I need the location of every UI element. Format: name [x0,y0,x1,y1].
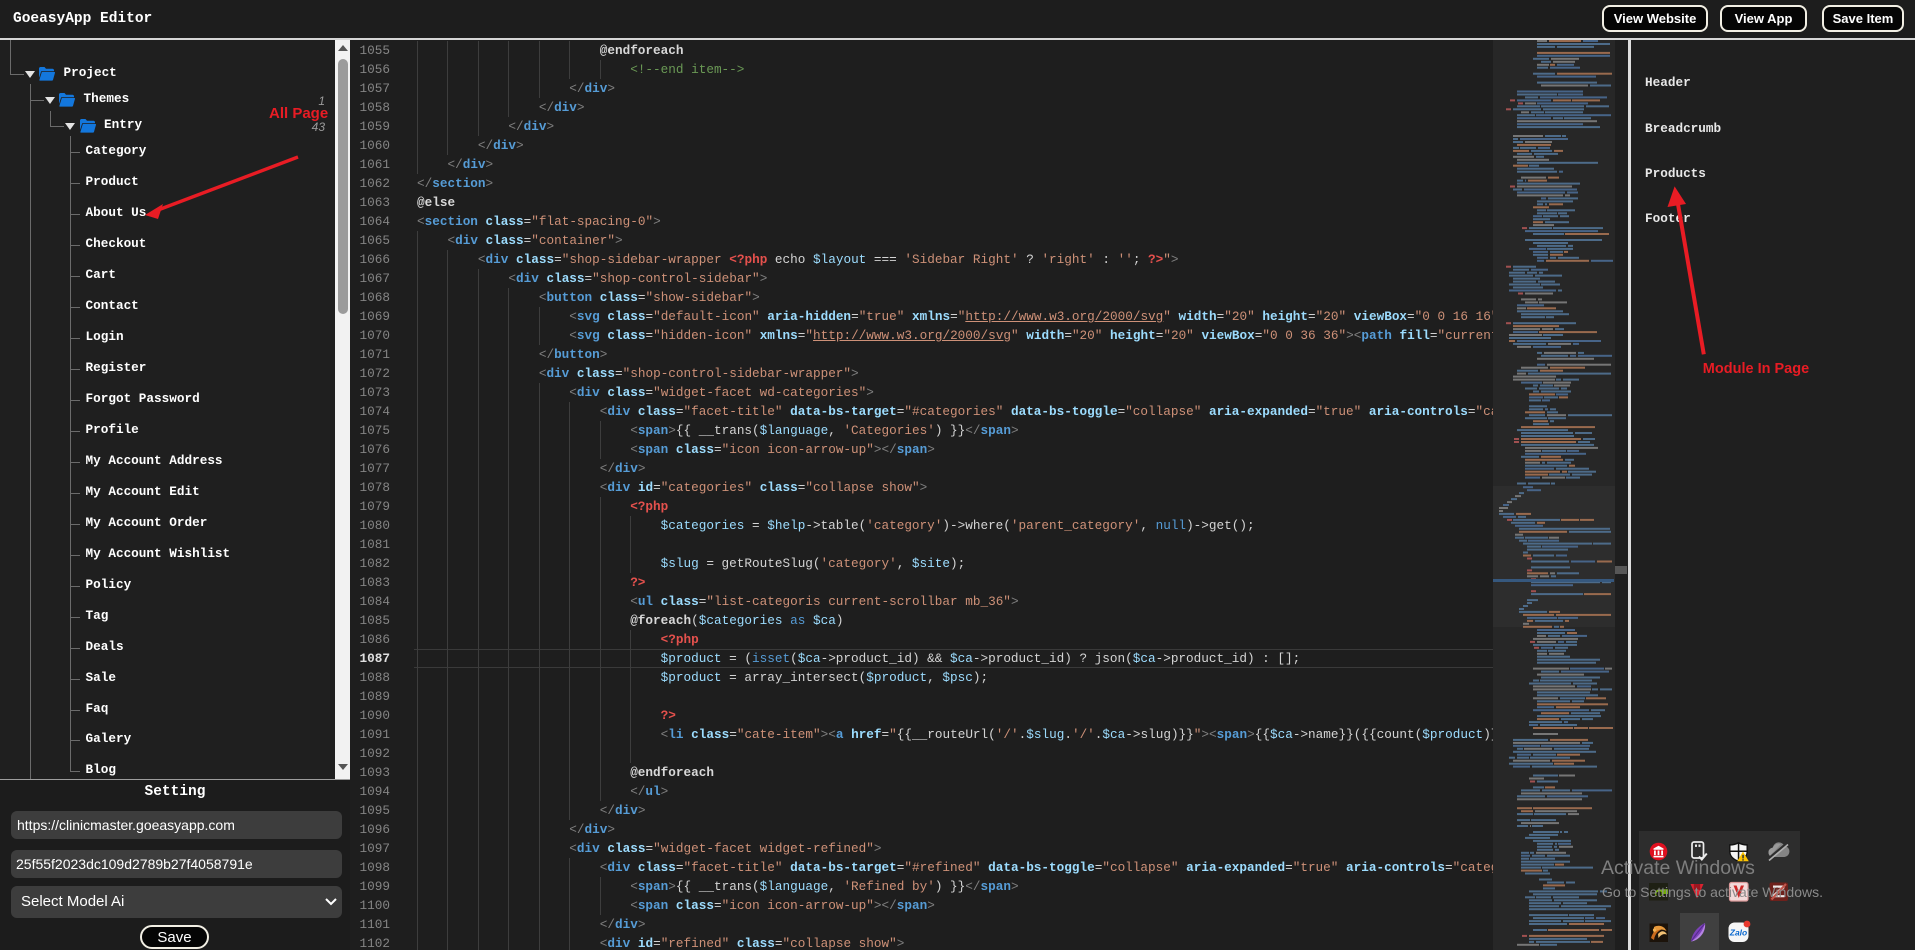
svg-text:Zalo: Zalo [1729,928,1747,938]
svg-text:Module In Page: Module In Page [1703,361,1809,377]
